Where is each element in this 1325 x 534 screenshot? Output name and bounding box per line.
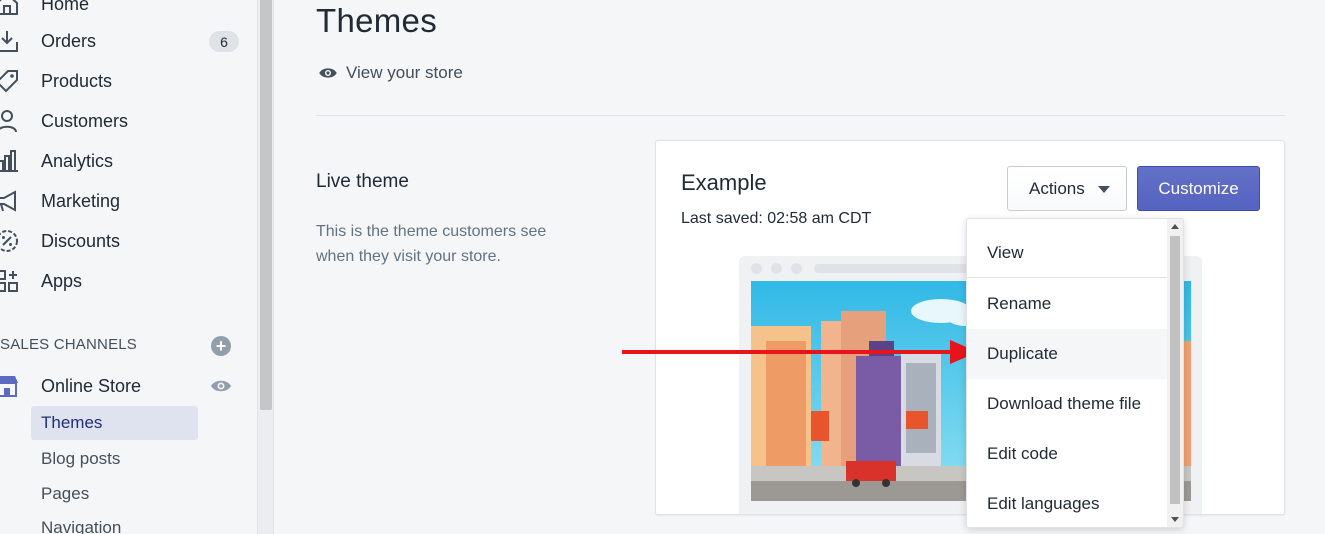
customize-button[interactable]: Customize [1137,166,1260,211]
apps-icon [0,270,18,292]
page-title: Themes [316,2,438,39]
menu-item-duplicate[interactable]: Duplicate [967,329,1167,379]
sidebar-item-label: Orders [41,30,97,51]
sidebar-item-apps[interactable]: Apps [0,263,250,299]
sidebar-item-customers[interactable]: Customers [0,103,250,139]
add-sales-channel-icon[interactable]: + [211,336,231,356]
sidebar-item-label: Online Store [41,375,142,396]
sidebar-subitem-themes[interactable]: Themes [31,406,198,440]
eye-icon [319,68,337,78]
eye-icon[interactable] [210,376,232,396]
actions-button[interactable]: Actions [1007,166,1127,211]
sidebar-item-label: Marketing [41,190,121,211]
scroll-up-icon[interactable] [1171,224,1179,229]
dropdown-scrollbar-thumb[interactable] [1170,236,1180,504]
megaphone-icon [0,190,16,212]
sidebar-item-label: Discounts [41,230,121,251]
sidebar-item-label: Apps [41,270,83,291]
person-icon [0,110,17,133]
sidebar: Home Orders 6 Products Customers Analyti… [0,0,258,534]
dropdown-scrollbar[interactable] [1167,219,1183,527]
live-theme-heading: Live theme [316,171,409,192]
sidebar-scrollbar[interactable] [258,0,274,534]
tag-icon [0,70,18,93]
sidebar-item-label: Analytics [41,150,114,171]
menu-item-view[interactable]: View [967,228,1167,278]
sales-channels-heading: SALES CHANNELS [0,336,138,353]
sidebar-item-discounts[interactable]: Discounts [0,223,250,259]
browser-dot [791,263,802,274]
menu-item-download-theme-file[interactable]: Download theme file [967,379,1167,429]
actions-dropdown-menu: View Rename Duplicate Download theme fil… [966,218,1184,528]
divider [316,115,1285,116]
sidebar-item-marketing[interactable]: Marketing [0,183,250,219]
browser-dot [751,263,762,274]
sidebar-item-label: Home [41,0,90,14]
view-store-link[interactable]: View your store [318,63,463,83]
live-theme-description: This is the theme customers see when the… [316,223,547,265]
theme-name: Example [681,170,767,195]
orders-count-badge: 6 [209,31,239,52]
home-icon [0,0,18,15]
bar-chart-icon [0,150,18,172]
menu-item-rename[interactable]: Rename [967,279,1167,329]
menu-divider [967,277,1167,278]
view-store-label: View your store [346,63,463,82]
sidebar-subitem-pages[interactable]: Pages [31,477,198,511]
orders-icon [0,31,18,52]
actions-label: Actions [1029,178,1085,198]
menu-item-edit-languages[interactable]: Edit languages [967,479,1167,527]
browser-dot [771,263,782,274]
annotation-arrow [622,340,978,364]
last-saved-text: Last saved: 02:58 am CDT [681,210,872,227]
sidebar-item-label: Customers [41,110,129,131]
sidebar-subitem-blog-posts[interactable]: Blog posts [31,442,198,476]
sidebar-item-analytics[interactable]: Analytics [0,143,250,179]
sidebar-subitem-navigation[interactable]: Navigation [31,511,198,534]
scroll-down-icon[interactable] [1171,517,1179,522]
sidebar-item-products[interactable]: Products [0,63,250,99]
store-icon [0,376,18,397]
sidebar-scrollbar-thumb[interactable] [260,0,272,410]
sidebar-item-home[interactable]: Home [0,0,250,22]
chevron-down-icon [1098,186,1110,193]
preview-url-bar [814,264,974,273]
menu-item-edit-code[interactable]: Edit code [967,429,1167,479]
sidebar-item-label: Products [41,70,113,91]
discount-icon [0,230,18,252]
